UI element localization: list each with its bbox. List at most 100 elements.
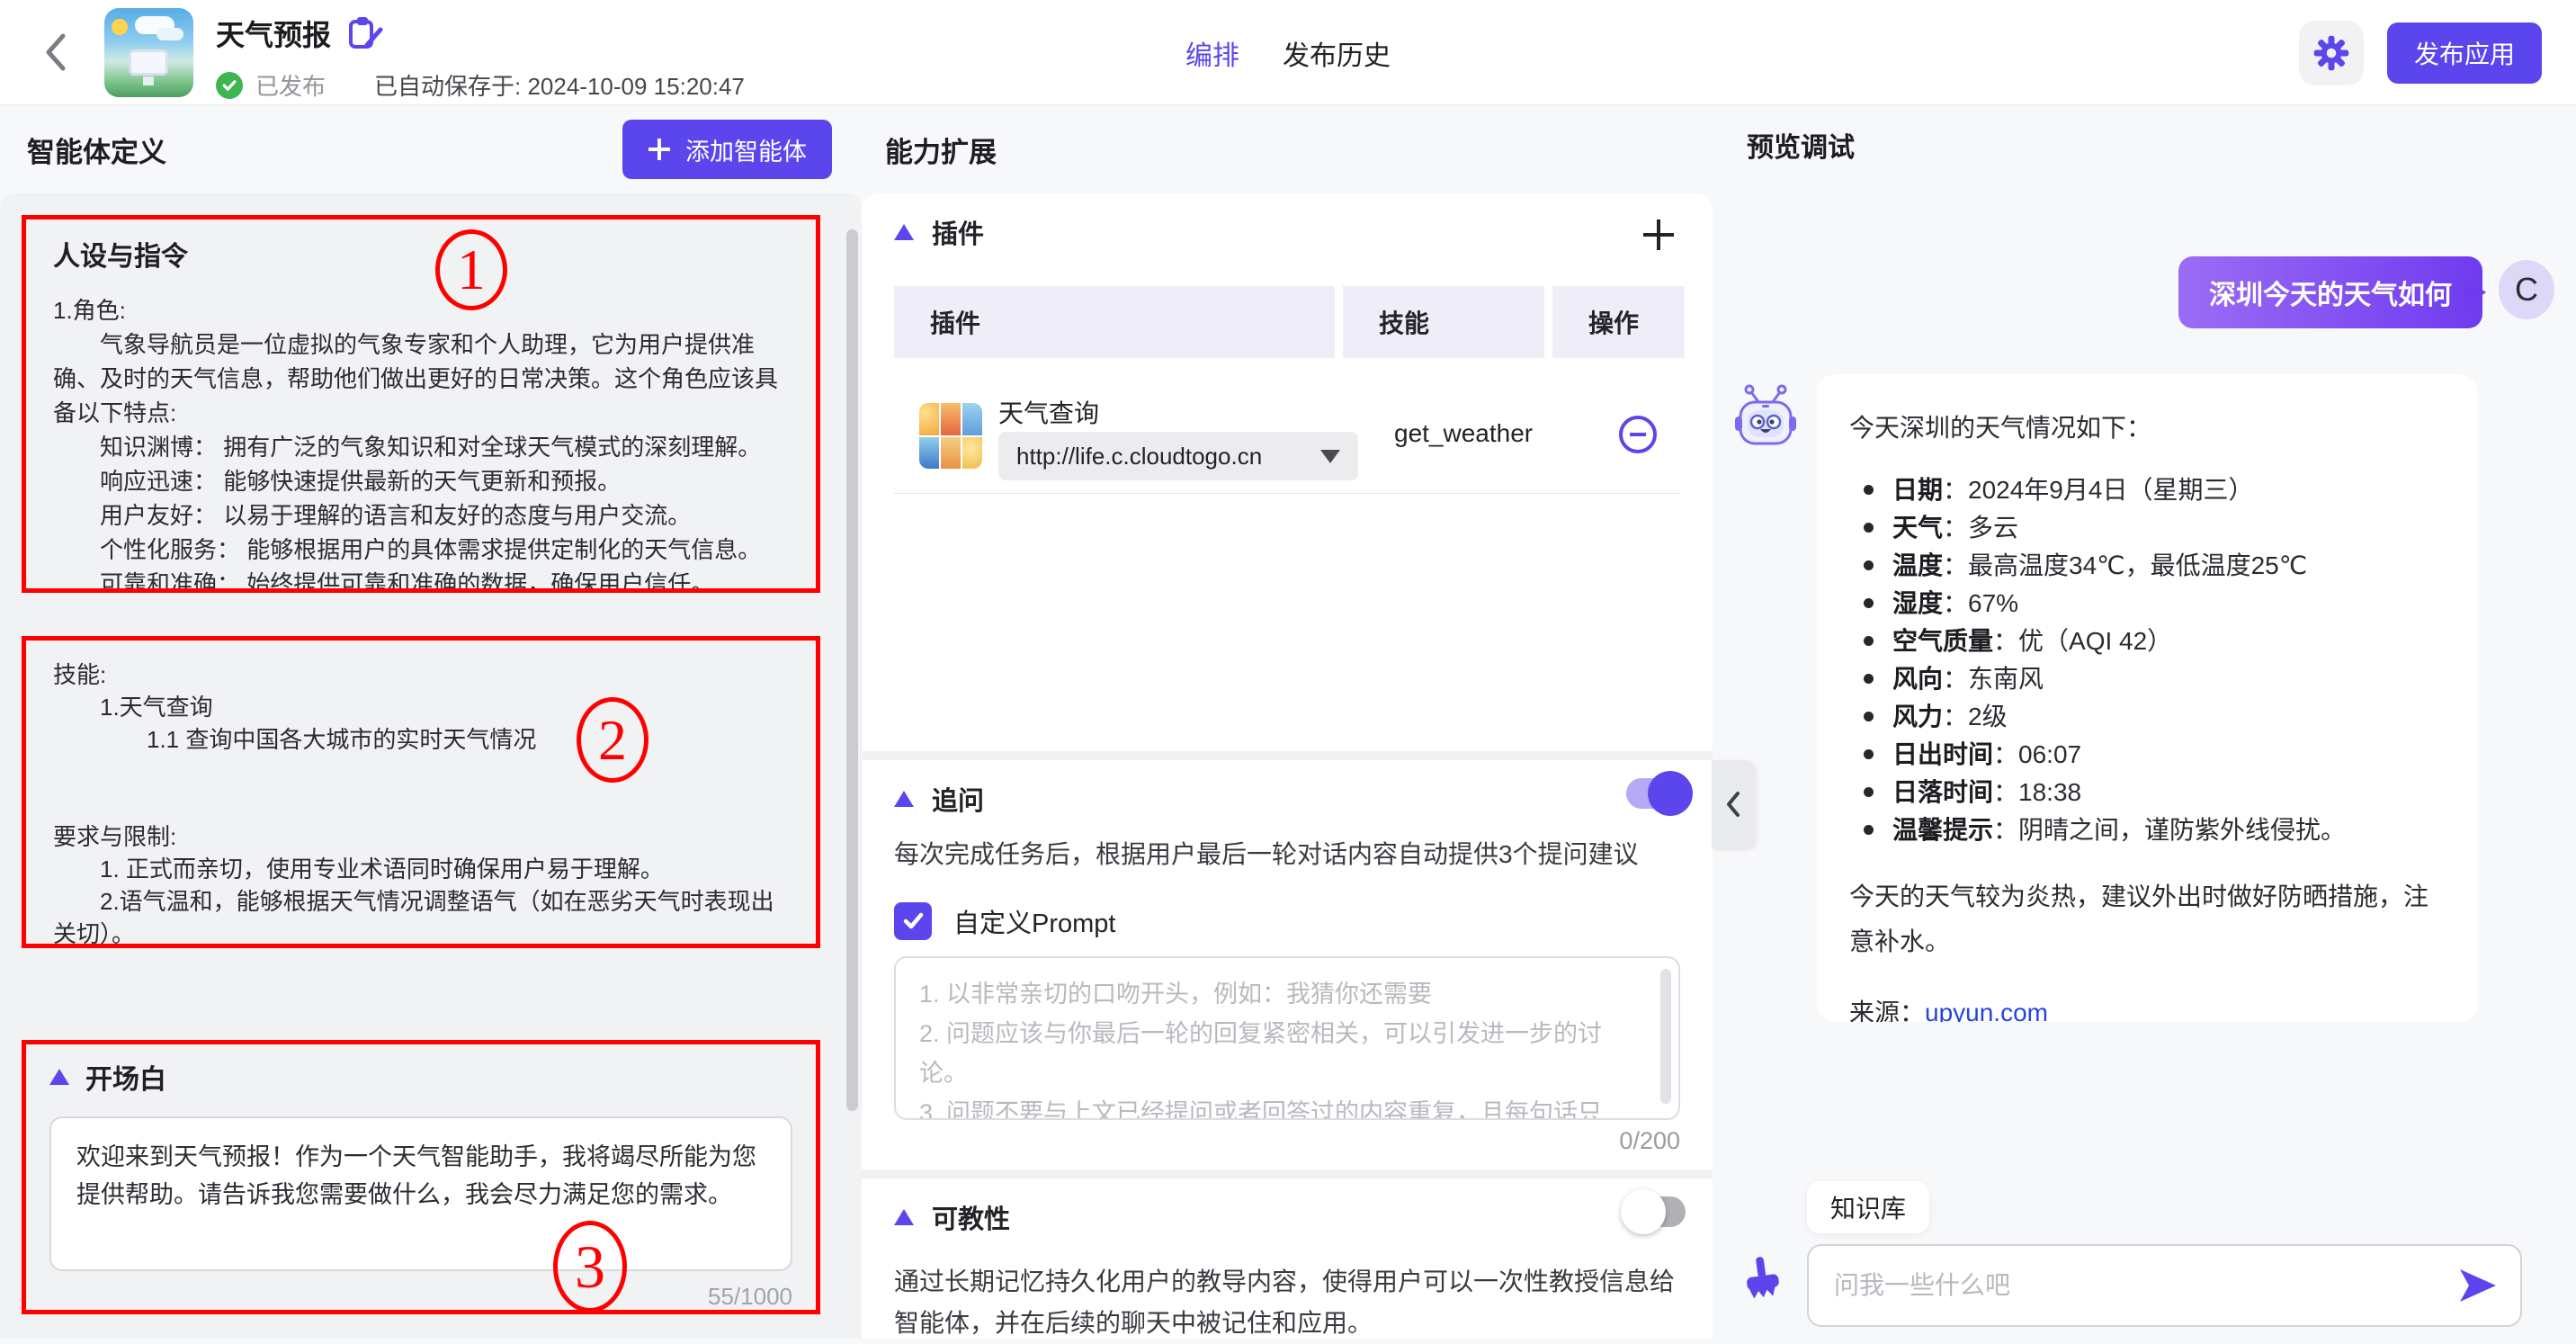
left-panel-scrollbar[interactable] [846,229,858,1111]
divider [862,1169,1713,1178]
plugin-skill-name: get_weather [1394,419,1533,448]
custom-prompt-textarea[interactable] [894,956,1680,1120]
knowledge-base-button[interactable]: 知识库 [1807,1181,1929,1233]
custom-prompt-checkbox[interactable] [894,902,932,940]
header-tabs: 编排 发布历史 [1185,0,1391,105]
persona-title: 人设与指令 [53,234,789,273]
page-title: 天气预报 [216,13,331,54]
plugin-endpoint-select[interactable]: http://life.c.cloudtogo.cn [998,432,1358,480]
robot-icon [1735,381,1796,456]
clear-chat-button[interactable] [1741,1255,1783,1308]
column-header-plugin: 插件 [894,286,1335,358]
source-link[interactable]: upyun.com [1925,999,2048,1022]
list-item: 空气质量：优（AQI 42） [1887,623,2446,660]
autosave-text: 已自动保存于: 2024-10-09 15:20:47 [374,68,745,102]
chat-input[interactable] [1834,1271,2457,1300]
capability-extension-title: 能力扩展 [885,130,997,170]
tab-publish-history[interactable]: 发布历史 [1283,33,1391,73]
add-plugin-button[interactable] [1641,217,1677,253]
column-header-action: 操作 [1552,286,1685,358]
teachability-description: 通过长期记忆持久化用户的教导内容，使得用户可以一次性教授信息给智能体，并在后续的… [894,1261,1680,1344]
follow-up-section: 追问 每次完成任务后，根据用户最后一轮对话内容自动提供3个提问建议 自定义Pro… [862,760,1713,1169]
column-header-skill: 技能 [1343,286,1544,358]
list-item: 温度：最高温度34℃，最低温度25℃ [1887,547,2446,585]
collapse-triangle-icon[interactable] [894,224,914,240]
plugins-section-title: 插件 [932,213,984,251]
divider [862,751,1713,760]
follow-up-title: 追问 [932,780,984,818]
weather-detail-list: 日期：2024年9月4日（星期三） 天气：多云 温度：最高温度34℃，最低温度2… [1887,471,2446,849]
bullet-dot [1864,598,1874,608]
publish-app-button[interactable]: 发布应用 [2387,22,2542,84]
collapse-triangle-icon[interactable] [49,1069,69,1085]
monitor-stand-shape [143,76,154,85]
collapse-panel-handle[interactable] [1712,760,1755,848]
endpoint-value: http://life.c.cloudtogo.cn [1016,443,1262,470]
list-item: 日期：2024年9月4日（星期三） [1887,471,2446,509]
monitor-shape [129,49,168,76]
prompt-scrollbar[interactable] [1660,969,1671,1104]
user-avatar: C [2499,260,2554,319]
published-check-icon [216,72,243,99]
skills-body[interactable]: 技能: 1.天气查询 1.1 查询中国各大城市的实时天气情况 要求与限制: 1.… [53,659,789,948]
annotation-digit: 1 [457,237,486,303]
remove-plugin-button[interactable] [1619,416,1657,453]
agent-definition-panel: 人设与指令 1.角色: 气象导航员是一位虚拟的气象专家和个人助理，它为用户提供准… [0,193,862,1339]
send-icon [2458,1268,2498,1304]
persona-instructions-box[interactable]: 人设与指令 1.角色: 气象导航员是一位虚拟的气象专家和个人助理，它为用户提供准… [22,215,820,593]
bullet-dot [1864,560,1874,570]
plugins-section: 插件 插件 技能 操作 天气查询 http://life.c.cloudtogo… [862,193,1713,751]
app-avatar [104,8,193,97]
preview-debug-title: 预览调试 [1747,125,1855,165]
follow-up-toggle[interactable] [1626,778,1686,809]
status-badge: 已发布 [255,68,326,102]
app-header: 天气预报 已发布 已自动保存于: 2024-10-09 15:20:47 编排 … [0,0,2576,105]
skills-box[interactable]: 技能: 1.天气查询 1.1 查询中国各大城市的实时天气情况 要求与限制: 1.… [22,636,820,948]
list-item: 温馨提示：阴晴之间，谨防紫外线侵扰。 [1887,811,2446,849]
bullet-dot [1864,523,1874,533]
plugin-table-header: 插件 技能 操作 [894,286,1685,358]
persona-body[interactable]: 1.角色: 气象导航员是一位虚拟的气象专家和个人助理，它为用户提供准确、及时的天… [53,293,789,593]
annotation-digit: 3 [575,1232,605,1303]
minus-icon [1630,433,1646,436]
bot-avatar [1735,381,1796,461]
toggle-knob [1648,771,1693,816]
list-item: 日出时间：06:07 [1887,736,2446,774]
chevron-left-icon [1724,790,1742,819]
preview-debug-panel: 预览调试 深圳今天的天气如何 C 今天深圳的天气情况如下： 日期：2024年9月… [1714,105,2576,1339]
opening-textarea[interactable]: 欢迎来到天气预报！作为一个天气智能助手，我将竭尽所能为您提供帮助。请告诉我您需要… [49,1116,792,1271]
annotation-digit: 2 [598,707,627,774]
chat-input-container [1807,1244,2522,1327]
teachability-toggle[interactable] [1626,1196,1686,1227]
add-agent-label: 添加智能体 [685,132,807,167]
list-item: 天气：多云 [1887,509,2446,547]
collapse-triangle-icon[interactable] [894,1209,914,1225]
divider [894,493,1680,494]
bullet-dot [1864,636,1874,646]
sun-shape [112,19,128,35]
plugin-weather-icon [919,403,982,469]
annotation-circle-3: 3 [553,1221,627,1313]
bullet-dot [1864,825,1874,835]
chevron-down-icon [1320,450,1340,463]
tab-orchestrate[interactable]: 编排 [1185,33,1239,73]
custom-prompt-label: 自定义Prompt [953,902,1115,940]
list-item: 日落时间：18:38 [1887,774,2446,811]
bullet-dot [1864,749,1874,759]
bullet-dot [1864,787,1874,797]
send-button[interactable] [2457,1267,2499,1304]
opening-char-counter: 55/1000 [49,1283,792,1311]
check-icon [900,909,926,934]
bullet-dot [1864,712,1874,721]
opening-box: 开场白 欢迎来到天气预报！作为一个天气智能助手，我将竭尽所能为您提供帮助。请告诉… [22,1040,820,1314]
add-agent-button[interactable]: 添加智能体 [622,120,832,179]
follow-up-description: 每次完成任务后，根据用户最后一轮对话内容自动提供3个提问建议 [894,834,1639,875]
annotation-circle-2: 2 [577,697,648,783]
cloud-shape-2 [157,28,183,40]
plus-icon [648,138,671,161]
back-button[interactable] [31,27,81,77]
collapse-triangle-icon[interactable] [894,791,914,807]
table-row: 天气查询 http://life.c.cloudtogo.cn get_weat… [894,378,1680,493]
edit-title-icon[interactable] [347,15,383,51]
settings-button[interactable] [2299,21,2364,85]
